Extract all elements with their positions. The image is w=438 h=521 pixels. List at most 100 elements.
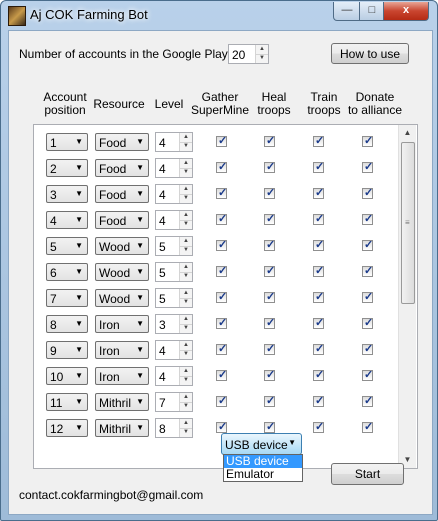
position-select[interactable]: 3 ▼ xyxy=(46,185,88,203)
spin-down-icon[interactable]: ▼ xyxy=(180,142,192,151)
scroll-thumb[interactable]: ≡ xyxy=(401,142,415,304)
position-select[interactable]: 4 ▼ xyxy=(46,211,88,229)
resource-select[interactable]: Food ▼ xyxy=(95,159,149,177)
spin-down-icon[interactable]: ▼ xyxy=(180,428,192,437)
donate-checkbox[interactable]: ✓ xyxy=(362,239,373,251)
level-spinner[interactable]: 5 ▲ ▼ xyxy=(155,288,193,308)
spin-down-icon[interactable]: ▼ xyxy=(180,350,192,359)
position-select[interactable]: 8 ▼ xyxy=(46,315,88,333)
gather-checkbox[interactable]: ✓ xyxy=(216,421,227,433)
position-select[interactable]: 7 ▼ xyxy=(46,289,88,307)
level-spinner[interactable]: 4 ▲ ▼ xyxy=(155,132,193,152)
title-bar[interactable]: Aj COK Farming Bot — □ x xyxy=(1,1,437,29)
donate-checkbox[interactable]: ✓ xyxy=(362,343,373,355)
spin-down-icon[interactable]: ▼ xyxy=(180,220,192,229)
train-checkbox[interactable]: ✓ xyxy=(313,187,324,199)
resource-select[interactable]: Wood ▼ xyxy=(95,263,149,281)
spin-down-icon[interactable]: ▼ xyxy=(180,298,192,307)
heal-checkbox[interactable]: ✓ xyxy=(264,343,275,355)
resource-select[interactable]: Wood ▼ xyxy=(95,237,149,255)
position-select[interactable]: 12 ▼ xyxy=(46,419,88,437)
device-option-emulator[interactable]: Emulator xyxy=(224,468,302,481)
heal-checkbox[interactable]: ✓ xyxy=(264,369,275,381)
gather-checkbox[interactable]: ✓ xyxy=(216,291,227,303)
donate-checkbox[interactable]: ✓ xyxy=(362,187,373,199)
gather-checkbox[interactable]: ✓ xyxy=(216,317,227,329)
donate-checkbox[interactable]: ✓ xyxy=(362,265,373,277)
resource-select[interactable]: Mithril ▼ xyxy=(95,419,149,437)
spin-down-icon[interactable]: ▼ xyxy=(180,194,192,203)
position-select[interactable]: 10 ▼ xyxy=(46,367,88,385)
donate-checkbox[interactable]: ✓ xyxy=(362,421,373,433)
minimize-button[interactable]: — xyxy=(333,2,361,21)
heal-checkbox[interactable]: ✓ xyxy=(264,187,275,199)
donate-checkbox[interactable]: ✓ xyxy=(362,291,373,303)
donate-checkbox[interactable]: ✓ xyxy=(362,317,373,329)
heal-checkbox[interactable]: ✓ xyxy=(264,161,275,173)
level-spinner[interactable]: 7 ▲ ▼ xyxy=(155,392,193,412)
resource-select[interactable]: Food ▼ xyxy=(95,185,149,203)
train-checkbox[interactable]: ✓ xyxy=(313,239,324,251)
level-spinner[interactable]: 5 ▲ ▼ xyxy=(155,262,193,282)
close-button[interactable]: x xyxy=(383,2,429,21)
train-checkbox[interactable]: ✓ xyxy=(313,213,324,225)
position-select[interactable]: 5 ▼ xyxy=(46,237,88,255)
train-checkbox[interactable]: ✓ xyxy=(313,317,324,329)
donate-checkbox[interactable]: ✓ xyxy=(362,135,373,147)
resource-select[interactable]: Iron ▼ xyxy=(95,367,149,385)
train-checkbox[interactable]: ✓ xyxy=(313,135,324,147)
scroll-up-icon[interactable]: ▲ xyxy=(399,125,416,141)
maximize-button[interactable]: □ xyxy=(359,2,385,21)
train-checkbox[interactable]: ✓ xyxy=(313,161,324,173)
heal-checkbox[interactable]: ✓ xyxy=(264,421,275,433)
spin-down-icon[interactable]: ▼ xyxy=(180,324,192,333)
heal-checkbox[interactable]: ✓ xyxy=(264,317,275,329)
level-spinner[interactable]: 4 ▲ ▼ xyxy=(155,158,193,178)
heal-checkbox[interactable]: ✓ xyxy=(264,265,275,277)
spin-down-icon[interactable]: ▼ xyxy=(180,168,192,177)
spin-down-icon[interactable]: ▼ xyxy=(180,272,192,281)
donate-checkbox[interactable]: ✓ xyxy=(362,161,373,173)
donate-checkbox[interactable]: ✓ xyxy=(362,369,373,381)
gather-checkbox[interactable]: ✓ xyxy=(216,161,227,173)
donate-checkbox[interactable]: ✓ xyxy=(362,213,373,225)
spin-down-icon[interactable]: ▼ xyxy=(180,376,192,385)
resource-select[interactable]: Iron ▼ xyxy=(95,341,149,359)
level-spinner[interactable]: 4 ▲ ▼ xyxy=(155,340,193,360)
train-checkbox[interactable]: ✓ xyxy=(313,395,324,407)
gather-checkbox[interactable]: ✓ xyxy=(216,135,227,147)
donate-checkbox[interactable]: ✓ xyxy=(362,395,373,407)
resource-select[interactable]: Food ▼ xyxy=(95,211,149,229)
level-spinner[interactable]: 4 ▲ ▼ xyxy=(155,184,193,204)
level-spinner[interactable]: 4 ▲ ▼ xyxy=(155,210,193,230)
gather-checkbox[interactable]: ✓ xyxy=(216,369,227,381)
train-checkbox[interactable]: ✓ xyxy=(313,265,324,277)
level-spinner[interactable]: 5 ▲ ▼ xyxy=(155,236,193,256)
accounts-count-spinner[interactable]: 20 ▲ ▼ xyxy=(228,44,269,64)
train-checkbox[interactable]: ✓ xyxy=(313,291,324,303)
how-to-use-button[interactable]: How to use xyxy=(331,43,409,64)
level-spinner[interactable]: 4 ▲ ▼ xyxy=(155,366,193,386)
position-select[interactable]: 9 ▼ xyxy=(46,341,88,359)
spin-down-icon[interactable]: ▼ xyxy=(180,402,192,411)
train-checkbox[interactable]: ✓ xyxy=(313,343,324,355)
spin-down-icon[interactable]: ▼ xyxy=(180,246,192,255)
gather-checkbox[interactable]: ✓ xyxy=(216,343,227,355)
train-checkbox[interactable]: ✓ xyxy=(313,369,324,381)
level-spinner[interactable]: 8 ▲ ▼ xyxy=(155,418,193,438)
level-spinner[interactable]: 3 ▲ ▼ xyxy=(155,314,193,334)
start-button[interactable]: Start xyxy=(331,463,404,485)
gather-checkbox[interactable]: ✓ xyxy=(216,395,227,407)
gather-checkbox[interactable]: ✓ xyxy=(216,187,227,199)
heal-checkbox[interactable]: ✓ xyxy=(264,213,275,225)
accounts-list[interactable]: 1 ▼ Food ▼ 4 ▲ ▼ ✓ ✓ ✓ ✓ 2 ▼ Food ▼ 4 ▲ ▼ ✓ ✓ ✓ ✓ 3 ▼ Food ▼ 4 ▲ ▼ ✓ ✓… xyxy=(33,124,418,469)
train-checkbox[interactable]: ✓ xyxy=(313,421,324,433)
vertical-scrollbar[interactable]: ▲ ≡ ▼ xyxy=(398,125,416,468)
heal-checkbox[interactable]: ✓ xyxy=(264,395,275,407)
resource-select[interactable]: Iron ▼ xyxy=(95,315,149,333)
position-select[interactable]: 1 ▼ xyxy=(46,133,88,151)
spin-down-icon[interactable]: ▼ xyxy=(256,54,268,63)
gather-checkbox[interactable]: ✓ xyxy=(216,265,227,277)
position-select[interactable]: 6 ▼ xyxy=(46,263,88,281)
resource-select[interactable]: Wood ▼ xyxy=(95,289,149,307)
